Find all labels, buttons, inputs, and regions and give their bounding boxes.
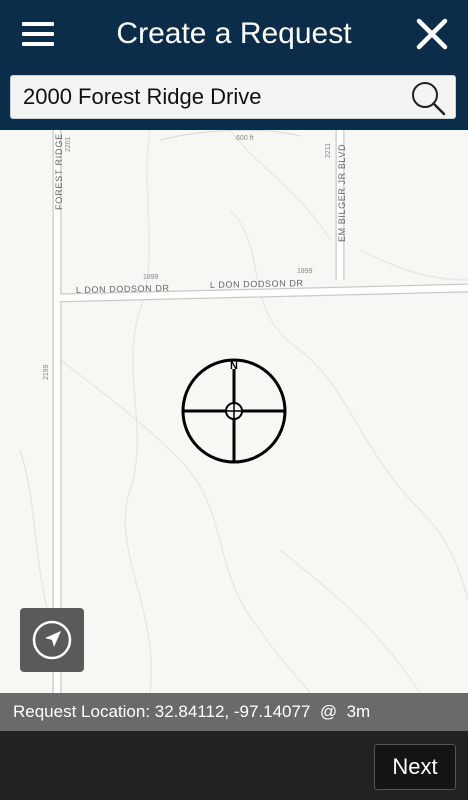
street-label-em-bilger: EM BILGER JR BLVD: [337, 144, 347, 242]
search-button[interactable]: [409, 79, 447, 117]
app-header: Create a Request: [0, 0, 468, 130]
close-icon: [416, 18, 448, 50]
search-input[interactable]: [23, 76, 403, 118]
address-number: 1899: [143, 274, 159, 281]
my-location-button[interactable]: [20, 608, 84, 672]
page-title: Create a Request: [116, 17, 352, 50]
search-bar: [10, 75, 456, 119]
compass-north-label: N: [230, 360, 238, 372]
crosshair-icon: N: [181, 358, 287, 464]
location-crosshair[interactable]: N: [180, 357, 288, 465]
street-label-don-dodson-left: L DON DODSON DR: [76, 283, 170, 295]
request-location-status: Request Location: 32.84112, -97.14077 @ …: [0, 693, 468, 731]
address-number: 2211: [325, 143, 332, 158]
street-label-don-dodson-right: L DON DODSON DR: [210, 278, 304, 290]
close-button[interactable]: [412, 14, 452, 54]
next-button[interactable]: Next: [374, 744, 456, 790]
contour-label: 600 ft: [236, 135, 254, 142]
address-number: 1899: [297, 268, 313, 275]
menu-button[interactable]: [18, 18, 58, 50]
search-icon: [412, 82, 446, 116]
map-view[interactable]: FOREST RIDGE EM BILGER JR BLVD L DON DOD…: [0, 130, 468, 693]
street-label-forest-ridge: FOREST RIDGE: [54, 133, 64, 210]
address-number: 2201: [65, 136, 72, 152]
hamburger-menu-icon: [22, 22, 54, 26]
footer-bar: Next: [0, 731, 468, 800]
address-number: 2199: [43, 364, 50, 380]
navigation-arrow-icon: [32, 620, 72, 660]
